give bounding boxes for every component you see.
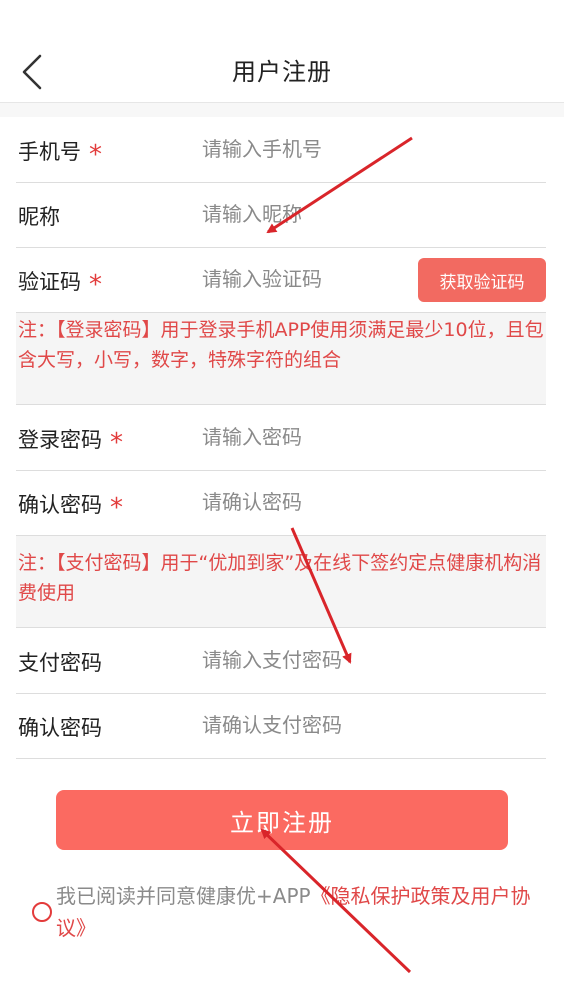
nickname-input[interactable] xyxy=(202,195,412,233)
phone-row: 手机号 * xyxy=(16,118,546,183)
required-mark: * xyxy=(110,428,123,458)
login-password-input[interactable] xyxy=(202,418,412,456)
required-mark: * xyxy=(110,493,123,523)
header: 用户注册 xyxy=(0,0,564,103)
code-row: 验证码* 获取验证码 xyxy=(16,248,546,313)
required-mark: * xyxy=(89,140,102,170)
confirm-pay-password-label: 确认密码 xyxy=(18,716,102,740)
login-password-row: 登录密码 * xyxy=(16,406,546,471)
required-mark: * xyxy=(89,270,102,300)
register-button[interactable]: 立即注册 xyxy=(56,790,508,850)
login-password-label: 登录密码 * xyxy=(18,428,123,458)
agreement-text: 我已阅读并同意健康优+APP《隐私保护政策及用户协议》 xyxy=(56,880,536,944)
section-gap xyxy=(0,103,564,117)
pay-password-row: 支付密码 xyxy=(16,629,546,694)
login-password-note: 注：【登录密码】用于登录手机APP使用须满足最少10位，且包含大写，小写，数字，… xyxy=(16,313,546,405)
nickname-row: 昵称 xyxy=(16,183,546,248)
code-label: 验证码 * xyxy=(18,270,102,300)
confirm-password-input[interactable] xyxy=(202,483,412,521)
agreement-prefix: 我已阅读并同意健康优+APP xyxy=(56,884,311,908)
pay-password-label: 支付密码 xyxy=(18,651,102,675)
agreement-checkbox[interactable] xyxy=(32,902,52,922)
pay-password-note: 注：【支付密码】用于“优加到家”及在线下签约定点健康机构消费使用 xyxy=(16,536,546,628)
confirm-pay-password-input[interactable] xyxy=(202,706,412,744)
code-input[interactable] xyxy=(202,260,412,298)
nickname-label: 昵称 xyxy=(18,205,60,229)
confirm-pay-password-row: 确认密码 xyxy=(16,694,546,759)
phone-label: 手机号 * xyxy=(18,140,102,170)
pay-password-input[interactable] xyxy=(202,641,412,679)
confirm-password-row: 确认密码 * xyxy=(16,471,546,536)
confirm-password-label: 确认密码 * xyxy=(18,493,123,523)
page-title: 用户注册 xyxy=(232,58,332,86)
get-code-button[interactable]: 获取验证码 xyxy=(418,258,546,302)
phone-input[interactable] xyxy=(202,130,412,168)
